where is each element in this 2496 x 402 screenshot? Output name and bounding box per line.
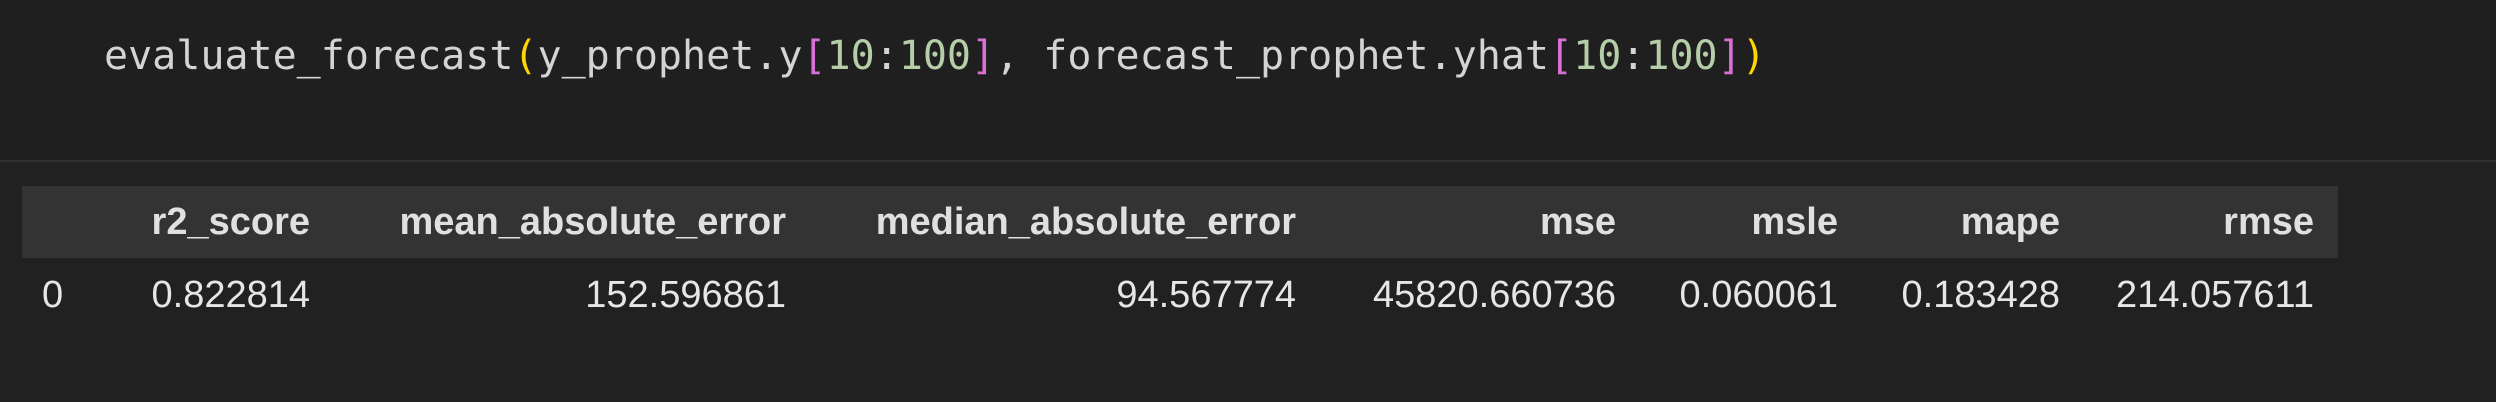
open-bracket: [: [1549, 33, 1574, 79]
row-index: 0: [42, 273, 64, 316]
open-paren: (: [513, 33, 538, 79]
column-header-median-absolute-error: median_absolute_error: [875, 200, 1296, 243]
close-bracket: ]: [1717, 33, 1742, 79]
cell-r2-score: 0.822814: [151, 273, 311, 316]
cell-mape: 0.183428: [1901, 273, 2061, 316]
cell-rmse: 214.057611: [2116, 273, 2314, 316]
cell-mean-absolute-error: 152.596861: [585, 273, 786, 316]
slice-colon: :: [874, 33, 899, 79]
slice-end: 100: [898, 33, 972, 79]
argument-yhat: forecast_prophet.yhat: [1043, 33, 1550, 79]
argument-y: y_prophet.y: [537, 33, 803, 79]
column-header-mean-absolute-error: mean_absolute_error: [399, 200, 787, 243]
cell-mse: 45820.660736: [1372, 273, 1616, 316]
code-cell[interactable]: evaluate_forecast(y_prophet.y[10:100], f…: [0, 0, 2496, 160]
table-row: 0 0.822814 152.596861 94.567774 45820.66…: [22, 258, 2338, 332]
slice-start: 10: [826, 33, 875, 79]
column-header-rmse: rmse: [2223, 200, 2314, 243]
argument-separator: ,: [995, 33, 1044, 79]
slice-start: 10: [1573, 33, 1622, 79]
cell-msle: 0.060061: [1679, 273, 1839, 316]
function-name: evaluate_forecast: [104, 33, 514, 79]
column-header-r2-score: r2_score: [151, 200, 310, 243]
cell-median-absolute-error: 94.567774: [1116, 273, 1296, 316]
column-header-index: [22, 186, 110, 258]
slice-colon: :: [1621, 33, 1646, 79]
table-header-row: r2_score mean_absolute_error median_abso…: [22, 186, 2338, 258]
open-bracket: [: [802, 33, 827, 79]
output-dataframe: r2_score mean_absolute_error median_abso…: [22, 186, 2338, 332]
close-bracket: ]: [971, 33, 996, 79]
column-header-mape: mape: [1960, 200, 2060, 243]
code-line[interactable]: evaluate_forecast(y_prophet.y[10:100], f…: [104, 28, 1766, 84]
slice-end: 100: [1645, 33, 1718, 79]
column-header-mse: mse: [1539, 200, 1616, 243]
column-header-msle: msle: [1751, 200, 1838, 243]
cell-output: r2_score mean_absolute_error median_abso…: [0, 162, 2496, 402]
close-paren: ): [1741, 33, 1766, 79]
